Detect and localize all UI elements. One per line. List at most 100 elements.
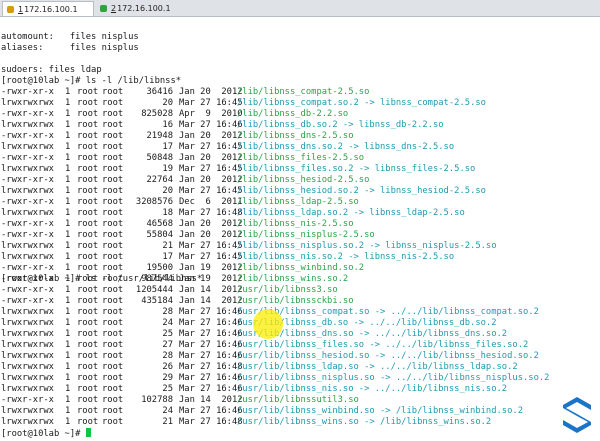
file-name: /usr/lib/libnssutil3.so bbox=[237, 395, 359, 405]
file-perm: lrwxrwxrwx bbox=[1, 329, 54, 339]
file-date: Jan 14 2012 bbox=[179, 296, 243, 306]
file-size: 28 bbox=[162, 307, 173, 317]
file-owner: root bbox=[77, 109, 99, 119]
file-group: root bbox=[102, 263, 124, 273]
file-size: 20 bbox=[162, 186, 173, 196]
file-size: 46568 bbox=[146, 219, 173, 229]
file-size: 26 bbox=[162, 362, 173, 372]
file-owner: root bbox=[77, 340, 99, 350]
file-links: 1 bbox=[65, 340, 71, 350]
file-name: /lib/libnss_ldap-2.5.so bbox=[237, 197, 359, 207]
file-name: /lib/libnss_winbind.so.2 bbox=[237, 263, 365, 273]
file-name: /usr/lib/libnss_files.so -> ../../lib/li… bbox=[237, 340, 529, 350]
tab-session-1[interactable]: 1 172.16.100.1 bbox=[2, 1, 94, 16]
file-date: Jan 19 2012 bbox=[179, 263, 243, 273]
file-links: 1 bbox=[65, 197, 71, 207]
terminal-prompt: [root@10lab ~]# ls -l /lib/libnss* bbox=[1, 76, 182, 86]
file-name: /lib/libnss_dns-2.5.so bbox=[237, 131, 354, 141]
file-group: root bbox=[102, 164, 124, 174]
file-owner: root bbox=[77, 406, 99, 416]
file-owner: root bbox=[77, 142, 99, 152]
table-row: -rwxr-xr-x 1 root root 435184 Jan 14 2012/usr… bbox=[1, 296, 561, 307]
terminal-output[interactable]: automount: files nisplus aliases: files … bbox=[0, 18, 600, 441]
file-links: 1 bbox=[65, 98, 71, 108]
file-size: 17 bbox=[162, 142, 173, 152]
terminal-cursor bbox=[85, 428, 91, 437]
file-size: 22764 bbox=[146, 175, 173, 185]
file-date: Jan 20 2012 bbox=[179, 175, 243, 185]
file-perm: -rwxr-xr-x bbox=[1, 175, 54, 185]
table-row: lrwxrwxrwx 1 root root 16 Mar 27 16:46/lib/li… bbox=[1, 120, 561, 131]
file-size: 17 bbox=[162, 252, 173, 262]
table-row: lrwxrwxrwx 1 root root 28 Mar 27 16:46/usr/li… bbox=[1, 351, 561, 362]
file-name: /usr/lib/libnss_nisplus.so -> ../../lib/… bbox=[237, 373, 550, 383]
file-size: 16 bbox=[162, 120, 173, 130]
file-date: Jan 14 2012 bbox=[179, 285, 243, 295]
file-name: /lib/libnss_db.so.2 -> libnss_db-2.2.so bbox=[237, 120, 444, 130]
file-date: Mar 27 16:48 bbox=[179, 417, 243, 427]
file-perm: lrwxrwxrwx bbox=[1, 318, 54, 328]
file-date: Mar 27 16:45 bbox=[179, 186, 243, 196]
table-row: -rwxr-xr-x 1 root root 825028 Apr 9 2010/lib/… bbox=[1, 109, 561, 120]
file-size: 21 bbox=[162, 241, 173, 251]
file-date: Mar 27 16:46 bbox=[179, 307, 243, 317]
file-group: root bbox=[102, 197, 124, 207]
file-name: /lib/libnss_files-2.5.so bbox=[237, 153, 365, 163]
file-name: /lib/libnss_dns.so.2 -> libnss_dns-2.5.s… bbox=[237, 142, 455, 152]
table-row: lrwxrwxrwx 1 root root 27 Mar 27 16:46/usr/li… bbox=[1, 340, 561, 351]
file-group: root bbox=[102, 153, 124, 163]
file-date: Mar 27 16:45 bbox=[179, 164, 243, 174]
table-row: lrwxrwxrwx 1 root root 20 Mar 27 16:45/lib/li… bbox=[1, 186, 561, 197]
file-size: 19500 bbox=[146, 263, 173, 273]
file-group: root bbox=[102, 175, 124, 185]
file-date: Mar 27 16:46 bbox=[179, 120, 243, 130]
file-owner: root bbox=[77, 131, 99, 141]
table-row: -rwxr-xr-x 1 root root 50848 Jan 20 2012/lib/… bbox=[1, 153, 561, 164]
file-owner: root bbox=[77, 241, 99, 251]
table-row: lrwxrwxrwx 1 root root 24 Mar 27 16:46/usr/li… bbox=[1, 406, 561, 417]
file-links: 1 bbox=[65, 384, 71, 394]
file-owner: root bbox=[77, 120, 99, 130]
file-group: root bbox=[102, 329, 124, 339]
file-links: 1 bbox=[65, 230, 71, 240]
file-owner: root bbox=[77, 285, 99, 295]
lock-icon bbox=[100, 5, 107, 12]
file-group: root bbox=[102, 296, 124, 306]
table-row: lrwxrwxrwx 1 root root 17 Mar 27 16:45/lib/li… bbox=[1, 252, 561, 263]
file-links: 1 bbox=[65, 109, 71, 119]
file-group: root bbox=[102, 142, 124, 152]
file-group: root bbox=[102, 351, 124, 361]
file-size: 25 bbox=[162, 329, 173, 339]
file-name: /lib/libnss_hesiod-2.5.so bbox=[237, 175, 370, 185]
file-date: Mar 27 16:48 bbox=[179, 208, 243, 218]
file-name: /usr/lib/libnss3.so bbox=[237, 285, 338, 295]
table-row: -rwxr-xr-x 1 root root 22764 Jan 20 2012/lib/… bbox=[1, 175, 561, 186]
file-name: /usr/lib/libnss_ldap.so -> ../../lib/lib… bbox=[237, 362, 518, 372]
file-date: Jan 20 2012 bbox=[179, 230, 243, 240]
file-date: Mar 27 16:46 bbox=[179, 340, 243, 350]
file-date: Jan 20 2012 bbox=[179, 219, 243, 229]
file-links: 1 bbox=[65, 87, 71, 97]
file-size: 24 bbox=[162, 318, 173, 328]
file-name: /lib/libnss_db-2.2.so bbox=[237, 109, 349, 119]
file-owner: root bbox=[77, 175, 99, 185]
terminal-prompt-final[interactable]: [root@10lab ~]# bbox=[1, 428, 91, 439]
file-name: /usr/lib/libnss_winbind.so -> /lib/libns… bbox=[237, 406, 523, 416]
file-perm: -rwxr-xr-x bbox=[1, 263, 54, 273]
tab-label: 172.16.100.1 bbox=[117, 4, 171, 13]
file-name: /lib/libnss_compat.so.2 -> libnss_compat… bbox=[237, 98, 486, 108]
file-date: Mar 27 16:45 bbox=[179, 142, 243, 152]
file-perm: -rwxr-xr-x bbox=[1, 296, 54, 306]
file-owner: root bbox=[77, 153, 99, 163]
table-row: -rwxr-xr-x 1 root root 3208576 Dec 6 2011/lib… bbox=[1, 197, 561, 208]
table-row: lrwxrwxrwx 1 root root 26 Mar 27 16:48/usr/li… bbox=[1, 362, 561, 373]
tab-session-2[interactable]: 2 172.16.100.1 bbox=[96, 1, 188, 16]
file-size: 19 bbox=[162, 164, 173, 174]
file-owner: root bbox=[77, 395, 99, 405]
file-links: 1 bbox=[65, 252, 71, 262]
terminal-line: aliases: files nisplus bbox=[1, 43, 139, 53]
file-size: 24 bbox=[162, 406, 173, 416]
file-name: /lib/libnss_hesiod.so.2 -> libnss_hesiod… bbox=[237, 186, 486, 196]
file-size: 825028 bbox=[141, 109, 173, 119]
file-size: 3208576 bbox=[135, 197, 173, 207]
